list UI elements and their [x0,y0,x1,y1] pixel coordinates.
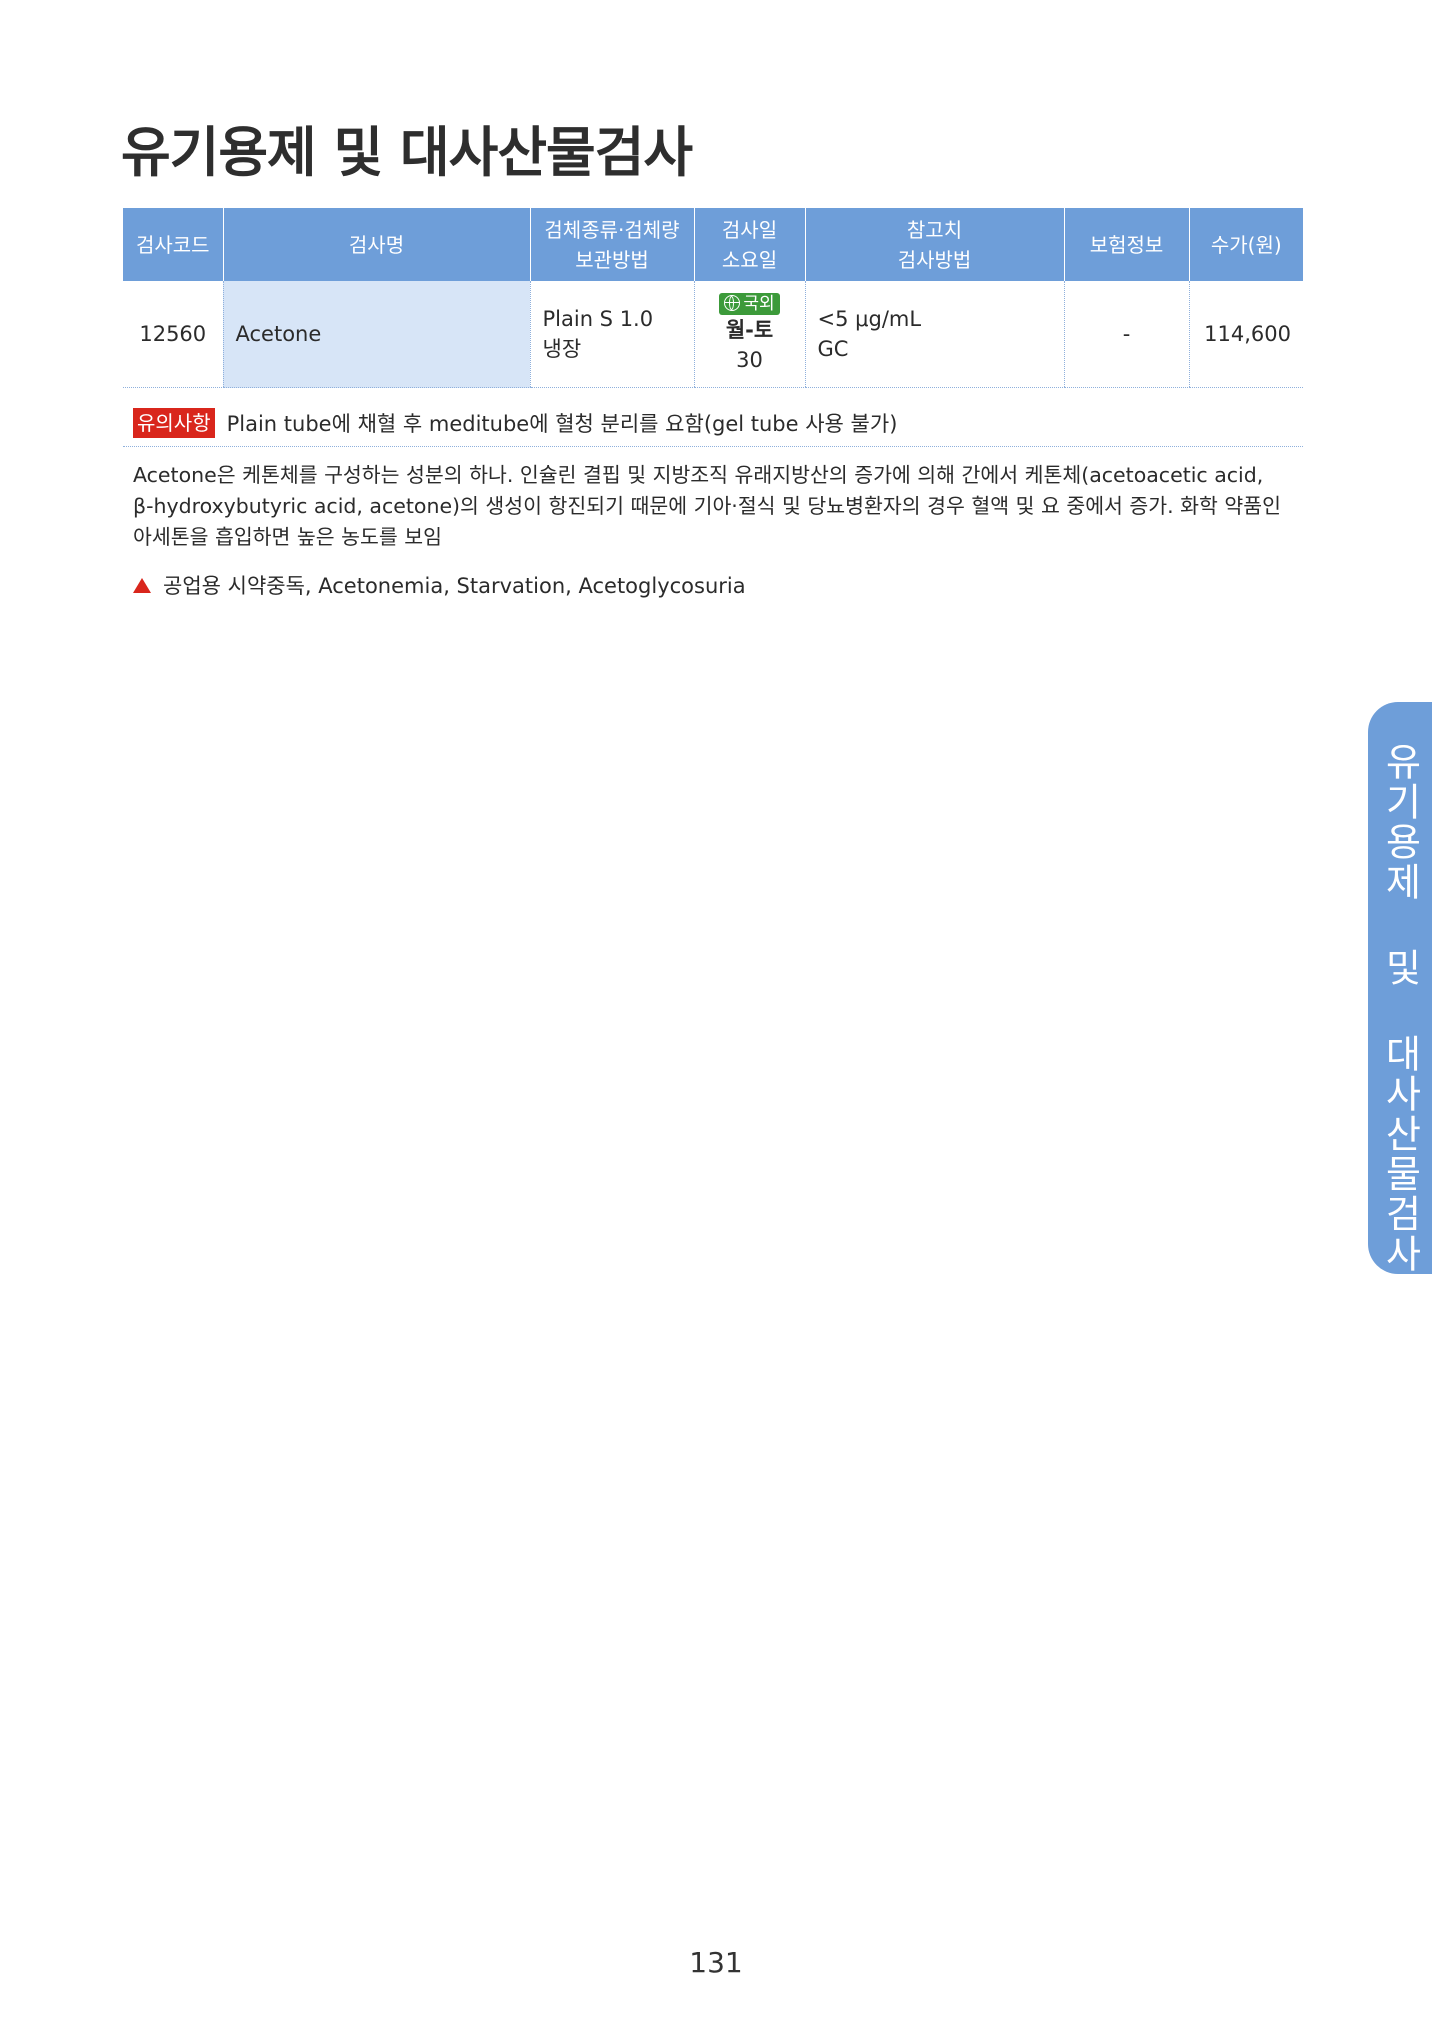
page-number: 131 [689,1946,743,1979]
chapter-side-tab: 유기용제 및 대사산물검사 [1368,702,1432,1274]
header-reference-line1: 참고치 [906,217,963,242]
overseas-badge-label: 국외 [743,294,775,314]
header-specimen-line1: 검체종류·검체량 [544,217,680,242]
reference-value: <5 μg/mL [817,307,922,331]
cell-test-code: 12560 [123,281,223,388]
cell-fee: 114,600 [1188,281,1303,388]
header-tat-line2: 소요일 [721,247,778,272]
related-conditions-text: 공업용 시약중독, Acetonemia, Starvation, Acetog… [163,574,746,598]
specimen-type: Plain S 1.0 [542,307,654,331]
caution-tag: 유의사항 [133,408,215,438]
description-line: β-hydroxybutyric acid, acetone)의 생성이 항진되… [133,494,1281,518]
test-description: Acetone은 케톤체를 구성하는 성분의 하나. 인슐린 결핍 및 지방조직… [133,460,1303,553]
description-line: 아세톤을 흡입하면 높은 농도를 보임 [133,525,442,549]
side-tab-label: 유기용제 및 대사산물검사 [1378,742,1422,1274]
cell-tat: 국외 월-토 30 [693,281,805,388]
description-line: Acetone은 케톤체를 구성하는 성분의 하나. 인슐린 결핍 및 지방조직… [133,463,1264,487]
page-title: 유기용제 및 대사산물검사 [121,121,693,184]
header-specimen: 검체종류·검체량 보관방법 [529,208,694,281]
test-days: 월-토 [725,318,774,342]
header-insurance: 보험정보 [1063,208,1189,281]
cell-insurance: - [1063,281,1189,388]
header-tat-line1: 검사일 [721,217,778,242]
header-reference: 참고치 검사방법 [804,208,1064,281]
test-method: GC [817,337,849,361]
table-row: 12560 Acetone Plain S 1.0 냉장 국외 월-토 30 <… [123,281,1303,388]
turnaround-days: 30 [736,348,763,372]
overseas-badge: 국외 [719,293,780,315]
header-code: 검사코드 [123,208,223,281]
header-reference-line2: 검사방법 [897,247,972,272]
header-fee: 수가(원) [1188,208,1303,281]
red-triangle-icon [133,577,151,593]
header-tat: 검사일 소요일 [693,208,805,281]
header-name: 검사명 [222,208,530,281]
cell-specimen: Plain S 1.0 냉장 [529,281,694,388]
test-info-table: 검사코드 검사명 검체종류·검체량 보관방법 검사일 소요일 참고치 검사방법 … [123,208,1303,388]
globe-icon [724,295,741,311]
related-conditions: 공업용 시약중독, Acetonemia, Starvation, Acetog… [133,570,746,600]
caution-row: 유의사항 Plain tube에 채혈 후 meditube에 혈청 분리를 요… [123,400,1303,447]
cell-reference: <5 μg/mL GC [804,281,1064,388]
cell-test-name: Acetone [222,281,530,388]
caution-text: Plain tube에 채혈 후 meditube에 혈청 분리를 요함(gel… [226,412,898,436]
header-specimen-line2: 보관방법 [575,247,649,272]
storage-method: 냉장 [542,337,582,361]
table-header-row: 검사코드 검사명 검체종류·검체량 보관방법 검사일 소요일 참고치 검사방법 … [123,208,1303,281]
